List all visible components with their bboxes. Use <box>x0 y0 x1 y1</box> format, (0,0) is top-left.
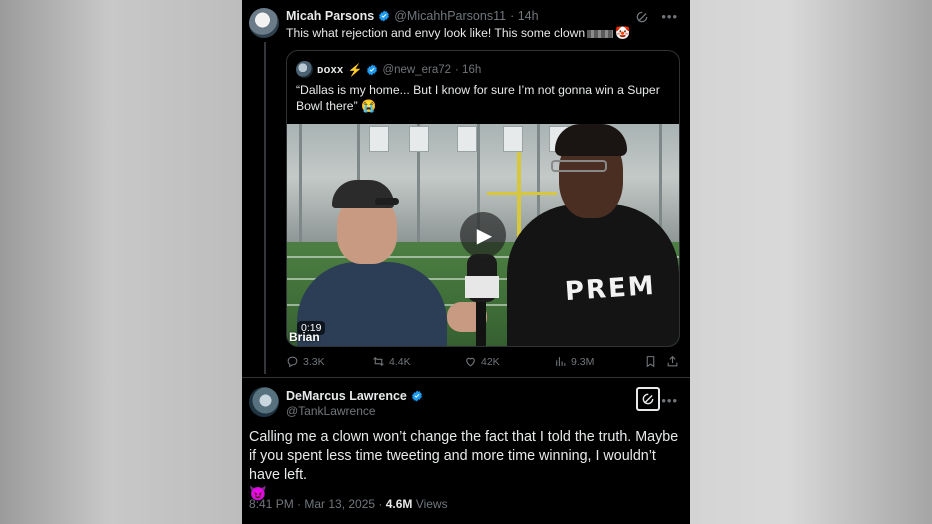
thread-connector-line <box>264 42 266 374</box>
more-icon[interactable]: ••• <box>661 393 678 408</box>
wall-banner <box>503 126 523 152</box>
avatar[interactable] <box>249 8 279 38</box>
reply-count: 3.3K <box>303 355 325 368</box>
interviewer-cap-brim <box>375 198 399 205</box>
view-count: 4.6M <box>385 497 413 511</box>
player-glasses <box>551 160 607 172</box>
tweet-action-bar: 3.3K 4.4K 42K 9.3M <box>286 355 682 368</box>
microphone-handle <box>476 302 486 346</box>
like-icon <box>466 357 475 367</box>
quoted-tweet-time[interactable]: · 16h <box>455 64 481 76</box>
quoted-author-handle[interactable]: @new_era72 <box>382 64 451 76</box>
goalpost-crossbar <box>487 192 557 195</box>
quoted-tweet-header: ᴅᴏxx ⚡ @new_era72 · 16h <box>296 61 481 78</box>
hoodie-text: PREM <box>564 270 657 308</box>
tweet-header-actions: ••• <box>635 9 678 24</box>
repost-icon <box>373 356 384 367</box>
video-caption: Brian <box>289 330 320 344</box>
reply-icon <box>287 356 298 368</box>
like-button[interactable]: 42K <box>464 355 554 368</box>
quoted-tweet-card[interactable]: ᴅᴏxx ⚡ @new_era72 · 16h “Dallas is my ho… <box>286 50 680 347</box>
grok-icon[interactable] <box>635 10 649 24</box>
lightning-emoji: ⚡ <box>347 62 363 77</box>
author-name[interactable]: DeMarcus Lawrence <box>286 389 407 403</box>
video-player[interactable]: PREM ▶ 0:19 Brian <box>287 124 679 346</box>
author-name[interactable]: Micah Parsons <box>286 9 374 23</box>
quoted-avatar[interactable] <box>296 61 313 78</box>
grok-icon[interactable] <box>636 387 660 411</box>
repost-count: 4.4K <box>389 355 411 368</box>
verified-icon <box>411 390 422 402</box>
share-button[interactable] <box>666 355 682 368</box>
tweet-text: This what rejection and envy look like! … <box>286 26 631 40</box>
reply-button[interactable]: 3.3K <box>286 355 372 368</box>
view-count: 9.3M <box>571 355 595 368</box>
bookmark-icon <box>646 356 655 368</box>
wall-beam <box>659 124 662 242</box>
tweet-text: Calling me a clown won’t change the fact… <box>249 429 679 502</box>
tweet-header: Micah Parsons @MicahhParsons11 · 14h <box>286 9 539 23</box>
player-hair <box>555 124 627 156</box>
verified-icon <box>379 10 390 22</box>
views-icon <box>556 357 566 366</box>
share-icon <box>667 355 678 367</box>
microphone-flag <box>465 276 499 298</box>
tweet-thread-panel: Micah Parsons @MicahhParsons11 · 14h •••… <box>242 0 690 524</box>
author-handle[interactable]: @TankLawrence <box>286 404 376 418</box>
more-icon[interactable]: ••• <box>661 9 678 24</box>
tweet-time[interactable]: · 14h <box>510 9 539 23</box>
views-label: Views <box>415 497 448 511</box>
tweet-timestamp[interactable]: 8:41 PM · Mar 13, 2025 · <box>249 497 382 511</box>
quoted-author-name[interactable]: ᴅᴏxx <box>317 64 343 76</box>
play-icon[interactable]: ▶ <box>460 212 506 258</box>
quoted-tweet-text: “Dallas is my home... But I know for sur… <box>296 83 660 113</box>
tweet-header: DeMarcus Lawrence <box>286 389 423 403</box>
avatar[interactable] <box>249 387 279 417</box>
wall-banner <box>457 126 477 152</box>
right-backdrop <box>690 0 932 524</box>
wall-banner <box>409 126 429 152</box>
tweet-meta: 8:41 PM · Mar 13, 2025 · 4.6M Views <box>249 497 448 511</box>
clown-emoji: 🤡 <box>615 26 631 40</box>
like-count: 42K <box>481 355 500 368</box>
tweet-divider <box>242 377 690 378</box>
verified-icon <box>367 64 378 75</box>
wall-banner <box>369 126 389 152</box>
repost-button[interactable]: 4.4K <box>372 355 464 368</box>
wall-beam <box>299 124 302 242</box>
author-handle[interactable]: @MicahhParsons11 <box>394 9 506 23</box>
bookmark-button[interactable] <box>644 355 666 368</box>
left-backdrop <box>0 0 242 524</box>
redacted-emoji <box>587 29 614 38</box>
views-button[interactable]: 9.3M <box>554 355 644 368</box>
